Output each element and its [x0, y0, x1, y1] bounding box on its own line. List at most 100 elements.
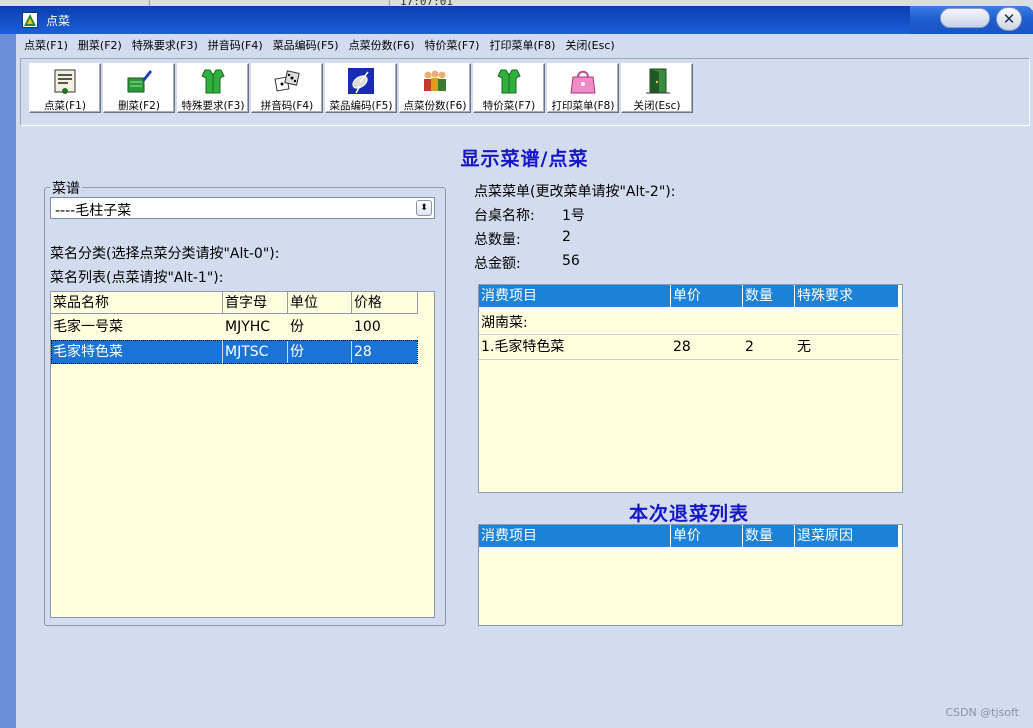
- total-qty-value: 2: [562, 229, 571, 245]
- dish-list-label: 菜名列表(点菜请按"Alt-1"):: [50, 270, 224, 286]
- watermark: CSDN @tjsoft: [945, 706, 1019, 719]
- order-menu-icon: [54, 69, 76, 94]
- column-header-return-reason[interactable]: 退菜原因: [795, 525, 899, 547]
- menu-close[interactable]: 关闭(Esc): [565, 37, 614, 53]
- dropdown-arrow-icon[interactable]: ⬍: [416, 200, 432, 216]
- dish-list-header: 菜品名称 首字母 单位 价格: [51, 292, 418, 314]
- page-title: 显示菜谱/点菜: [460, 148, 589, 170]
- table-name-label: 台桌名称:: [474, 208, 535, 224]
- menu-special-price[interactable]: 特价菜(F7): [425, 37, 480, 53]
- cell-unit-price: 28: [673, 339, 691, 355]
- table-name-line: 台桌名称: 1号: [474, 205, 674, 225]
- table-name-value: 1号: [562, 208, 585, 224]
- exit-door-icon: [646, 68, 670, 94]
- toolbar-print-button[interactable]: 打印菜单(F8): [547, 63, 619, 113]
- cell-initials: MJTSC: [223, 340, 288, 364]
- delete-edit-icon: [127, 70, 152, 93]
- toolbar-label: 点菜(F1): [44, 100, 86, 112]
- dish-list-table[interactable]: 菜品名称 首字母 单位 价格 毛家一号菜 MJYHC 份 100 毛家特色菜 M…: [50, 291, 435, 618]
- menu-special-request[interactable]: 特殊要求(F3): [132, 37, 198, 53]
- toolbar-label: 删菜(F2): [118, 100, 160, 112]
- window-title: 点菜: [46, 14, 71, 28]
- menu-pinyin-code[interactable]: 拼音码(F4): [208, 37, 263, 53]
- toolbar: 点菜(F1) 删菜(F2) 特殊要求(F3) 拼音码(F4) 菜品编码(F5) …: [20, 58, 1030, 126]
- title-bar-fill: [0, 6, 910, 34]
- column-header-item[interactable]: 消费项目: [479, 525, 671, 547]
- order-menu-title: 点菜菜单(更改菜单请按"Alt-2"):: [474, 184, 676, 200]
- menu-select[interactable]: ----毛柱子菜 ⬍: [50, 197, 435, 219]
- order-window: 点菜 ✕ 点菜(F1) 删菜(F2) 特殊要求(F3) 拼音码(F4) 菜品编码…: [0, 6, 1033, 728]
- return-table-header: 消费项目 单价 数量 退菜原因: [479, 525, 899, 547]
- column-header-initials[interactable]: 首字母: [223, 292, 288, 314]
- column-header-unit-price[interactable]: 单价: [671, 525, 743, 547]
- cell-item: 1.毛家特色菜: [481, 339, 565, 355]
- cell-unit: 份: [288, 340, 352, 364]
- green-vest-icon: [497, 69, 521, 94]
- toolbar-special-price-button[interactable]: 特价菜(F7): [473, 63, 545, 113]
- cell-qty: 2: [745, 339, 754, 355]
- toolbar-portions-button[interactable]: 点菜份数(F6): [399, 63, 471, 113]
- title-bar[interactable]: 点菜 ✕: [0, 6, 1033, 34]
- total-qty-line: 总数量: 2: [474, 229, 674, 249]
- cell-price: 100: [354, 319, 381, 335]
- cell-unit: 份: [290, 319, 304, 335]
- dice-icon: [274, 70, 300, 92]
- toolbar-label: 打印菜单(F8): [551, 100, 615, 112]
- cell-dish-name: 毛家一号菜: [53, 319, 123, 335]
- column-header-qty[interactable]: 数量: [743, 525, 795, 547]
- menu-select-value: ----毛柱子菜: [55, 203, 132, 219]
- column-header-unit-price[interactable]: 单价: [671, 285, 743, 307]
- table-row[interactable]: 毛家一号菜 MJYHC 份 100: [51, 315, 418, 339]
- menu-group-label: 菜谱: [50, 178, 82, 198]
- column-header-special[interactable]: 特殊要求: [795, 285, 899, 307]
- toolbar-dish-code-button[interactable]: 菜品编码(F5): [325, 63, 397, 113]
- table-row-selected[interactable]: 毛家特色菜 MJTSC 份 28: [51, 340, 418, 364]
- toolbar-order-button[interactable]: 点菜(F1): [29, 63, 101, 113]
- toolbar-special-request-button[interactable]: 特殊要求(F3): [177, 63, 249, 113]
- cell-special: 无: [797, 339, 811, 355]
- table-row[interactable]: 1.毛家特色菜 28 2 无: [479, 335, 899, 359]
- menu-dish-code[interactable]: 菜品编码(F5): [273, 37, 339, 53]
- column-header-name[interactable]: 菜品名称: [51, 292, 223, 314]
- column-header-qty[interactable]: 数量: [743, 285, 795, 307]
- column-header-item[interactable]: 消费项目: [479, 285, 671, 307]
- order-table[interactable]: 消费项目 单价 数量 特殊要求 湖南菜: 1.毛家特色菜 28 2 无: [478, 284, 903, 493]
- toolbar-label: 特价菜(F7): [482, 100, 536, 112]
- title-bar-pill: [940, 8, 990, 28]
- toolbar-label: 菜品编码(F5): [329, 100, 393, 112]
- green-vest-icon: [201, 69, 225, 94]
- menu-print[interactable]: 打印菜单(F8): [489, 37, 555, 53]
- total-amount-value: 56: [562, 253, 580, 269]
- order-table-header: 消费项目 单价 数量 特殊要求: [479, 285, 899, 307]
- people-group-icon: [424, 70, 446, 91]
- column-header-unit[interactable]: 单位: [288, 292, 352, 314]
- app-icon: [22, 12, 38, 28]
- row-divider: [479, 359, 899, 360]
- pink-handbag-icon: [570, 70, 596, 94]
- toolbar-close-button[interactable]: 关闭(Esc): [621, 63, 693, 113]
- cell-price: 28: [352, 340, 418, 364]
- return-list-title: 本次退菜列表: [628, 503, 749, 525]
- return-table[interactable]: 消费项目 单价 数量 退菜原因: [478, 524, 903, 626]
- menu-delete[interactable]: 删菜(F2): [78, 37, 122, 53]
- close-icon: ✕: [1002, 10, 1016, 28]
- menu-portions[interactable]: 点菜份数(F6): [349, 37, 415, 53]
- menu-bar: 点菜(F1) 删菜(F2) 特殊要求(F3) 拼音码(F4) 菜品编码(F5) …: [16, 34, 1033, 56]
- toolbar-pinyin-button[interactable]: 拼音码(F4): [251, 63, 323, 113]
- order-category-row: 湖南菜:: [481, 315, 528, 331]
- column-header-price[interactable]: 价格: [352, 292, 418, 314]
- close-button[interactable]: ✕: [996, 7, 1022, 31]
- toolbar-label: 拼音码(F4): [260, 100, 314, 112]
- client-area: 点菜(F1) 删菜(F2) 特殊要求(F3) 拼音码(F4) 菜品编码(F5) …: [16, 34, 1033, 728]
- menu-order[interactable]: 点菜(F1): [24, 37, 68, 53]
- total-qty-label: 总数量:: [474, 232, 521, 248]
- total-amount-line: 总金额: 56: [474, 253, 674, 273]
- toolbar-delete-button[interactable]: 删菜(F2): [103, 63, 175, 113]
- toolbar-label: 特殊要求(F3): [181, 100, 245, 112]
- category-label: 菜名分类(选择点菜分类请按"Alt-0"):: [50, 246, 280, 262]
- satellite-icon: [348, 68, 374, 94]
- toolbar-label: 关闭(Esc): [633, 100, 681, 112]
- cell-initials: MJYHC: [225, 319, 271, 335]
- total-amount-label: 总金额:: [474, 256, 521, 272]
- cell-dish-name: 毛家特色菜: [51, 340, 223, 364]
